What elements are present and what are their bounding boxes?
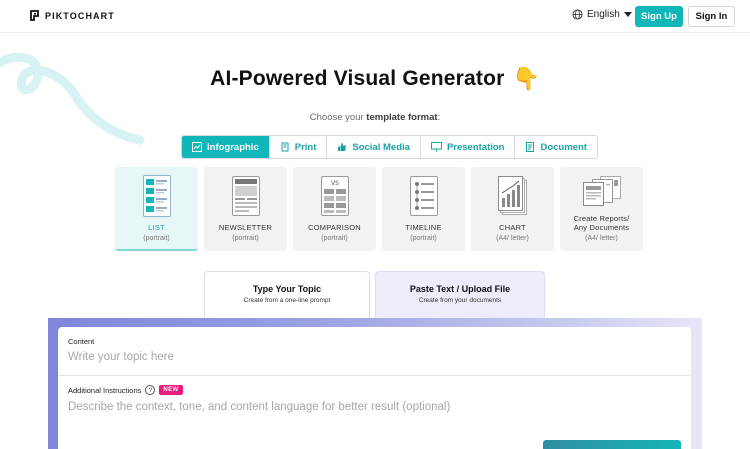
thumbs-up-icon	[338, 143, 347, 151]
tab-label: Document	[540, 141, 587, 153]
comparison-template-icon: VS	[320, 176, 349, 216]
mode-subtitle: Create from a one-line prompt	[243, 297, 331, 304]
form-divider	[58, 375, 691, 376]
generator-form: Content Write your topic here Additional…	[58, 327, 691, 449]
timeline-template-icon	[409, 176, 438, 216]
brand-name: PIKTOCHART	[45, 10, 115, 21]
tab-label: Social Media	[352, 141, 410, 153]
template-name: CHART	[499, 223, 526, 232]
tab-document[interactable]: Document	[515, 136, 597, 158]
new-badge: NEW	[159, 385, 183, 395]
language-selector[interactable]: English	[572, 9, 632, 20]
piktochart-logo[interactable]: PIKTOCHART	[30, 10, 115, 21]
mode-title: Paste Text / Upload File	[409, 284, 511, 294]
template-orientation: (A4/ letter)	[496, 235, 529, 242]
template-name: LIST	[148, 223, 165, 232]
tab-label: Presentation	[446, 141, 505, 153]
template-card-chart[interactable]: CHART (A4/ letter)	[471, 167, 554, 251]
generate-button[interactable]	[543, 440, 681, 449]
newsletter-template-icon	[231, 176, 260, 216]
template-name: Create Reports/ Any Documents	[573, 214, 630, 232]
sign-in-button[interactable]: Sign In	[688, 6, 735, 27]
caret-down-icon	[623, 11, 632, 17]
tab-paste-text-upload-file[interactable]: Paste Text / Upload File Create from you…	[375, 271, 545, 319]
template-card-list[interactable]: LIST (portrait)	[115, 167, 198, 251]
template-name: COMPARISON	[308, 223, 361, 232]
tab-social-media[interactable]: Social Media	[327, 136, 421, 158]
chart-template-icon	[497, 176, 527, 215]
svg-text:VS: VS	[331, 180, 339, 187]
reports-template-icon	[582, 176, 621, 206]
help-icon[interactable]: ?	[145, 385, 156, 395]
template-format-prompt: Choose your template format:	[0, 112, 750, 123]
template-options: LIST (portrait) NEWSLETTER (portrait) VS	[115, 167, 643, 251]
mode-title: Type Your Topic	[252, 284, 322, 294]
mode-subtitle: Create from your documents	[418, 297, 502, 304]
content-input[interactable]: Write your topic here	[68, 351, 668, 363]
tab-print[interactable]: Print	[269, 136, 328, 158]
page-title: AI-Powered Visual Generator	[210, 67, 505, 90]
tab-label: Infographic	[207, 141, 259, 153]
tab-infographic[interactable]: Infographic	[182, 136, 270, 158]
template-card-newsletter[interactable]: NEWSLETTER (portrait)	[204, 167, 287, 251]
template-card-timeline[interactable]: TIMELINE (portrait)	[382, 167, 465, 251]
template-orientation: (A4/ letter)	[585, 235, 618, 242]
tab-label: Print	[294, 141, 317, 153]
additional-instructions-label: Additional Instructions	[68, 385, 142, 395]
template-name: NEWSLETTER	[218, 223, 273, 232]
template-orientation: (portrait)	[321, 235, 348, 242]
infographic-icon	[192, 142, 202, 152]
additional-instructions-input[interactable]: Describe the context, tone, and content …	[68, 401, 668, 413]
pointing-down-icon: 👇	[512, 66, 540, 91]
tab-type-your-topic[interactable]: Type Your Topic Create from a one-line p…	[204, 271, 370, 319]
prompt-bold: template format	[366, 112, 438, 123]
content-label: Content	[68, 337, 95, 346]
presentation-icon	[430, 142, 442, 152]
template-orientation: (portrait)	[232, 235, 259, 242]
prompt-prefix: Choose your	[309, 112, 364, 123]
template-orientation: (portrait)	[410, 235, 437, 242]
template-card-comparison[interactable]: VS COMPARISON (portrait)	[293, 167, 376, 251]
decorative-swirl	[0, 52, 145, 145]
globe-icon	[572, 9, 583, 20]
prompt-suffix: :	[437, 112, 441, 123]
template-orientation: (portrait)	[143, 235, 170, 242]
document-icon	[526, 142, 535, 152]
list-template-icon	[142, 175, 171, 217]
top-navigation-bar: PIKTOCHART English Sign Up Sign In	[0, 0, 750, 33]
sign-up-button[interactable]: Sign Up	[635, 6, 683, 27]
template-name: TIMELINE	[405, 223, 442, 232]
template-card-reports[interactable]: Create Reports/ Any Documents (A4/ lette…	[560, 167, 643, 251]
language-label: English	[587, 9, 620, 20]
logo-mark-icon	[30, 10, 39, 21]
format-tabs: Infographic Print Social Media Presentat…	[181, 135, 598, 159]
additional-instructions-header: Additional Instructions ? NEW	[68, 385, 183, 395]
page-heading: AI-Powered Visual Generator 👇	[0, 66, 750, 92]
print-icon	[281, 142, 289, 152]
tab-presentation[interactable]: Presentation	[420, 136, 516, 158]
